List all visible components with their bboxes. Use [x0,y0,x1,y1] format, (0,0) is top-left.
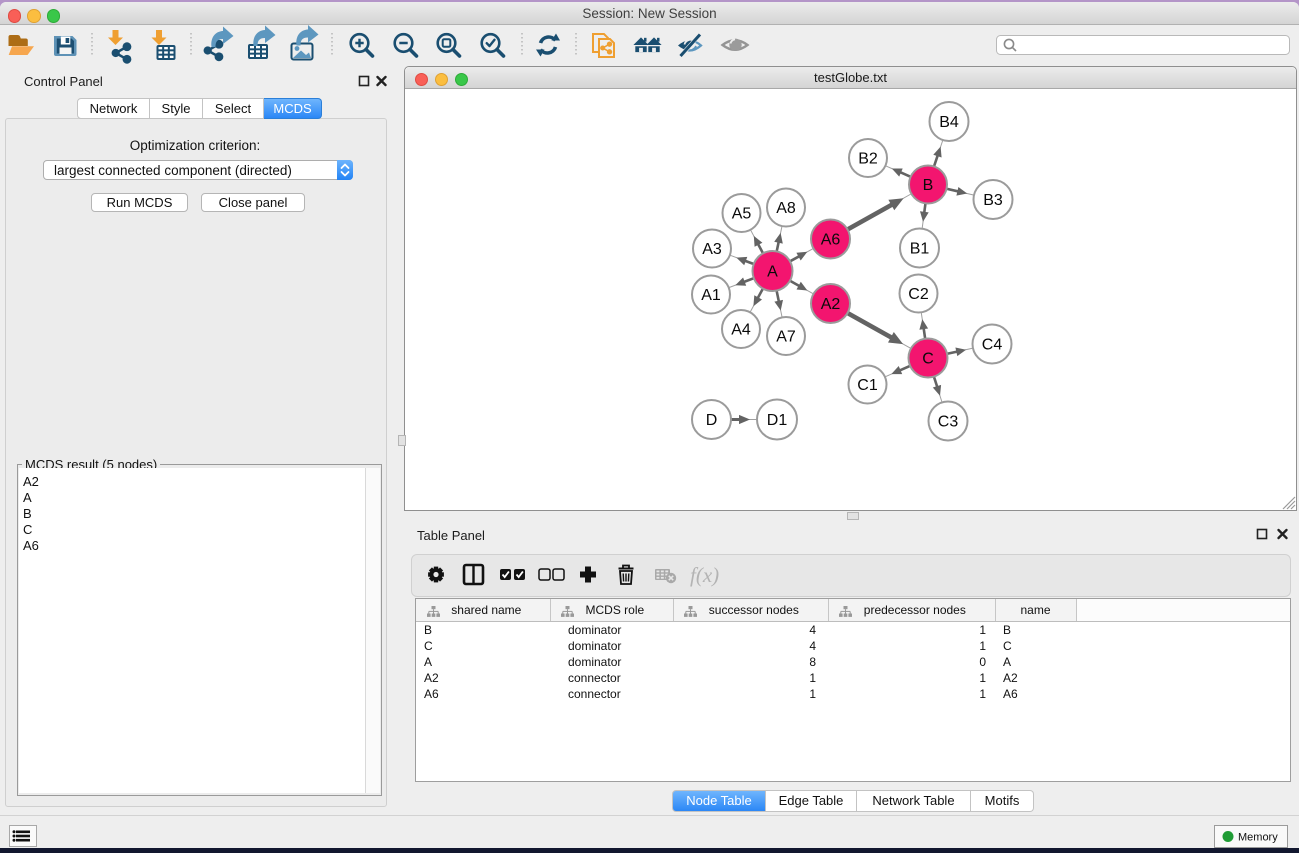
svg-text:A7: A7 [776,329,796,346]
svg-text:f(x): f(x) [690,563,719,587]
svg-text:B1: B1 [910,241,930,258]
svg-text:C3: C3 [938,414,959,431]
svg-text:A: A [767,264,778,281]
svg-text:B2: B2 [858,151,878,168]
svg-text:A4: A4 [731,322,751,339]
svg-text:A8: A8 [776,200,796,217]
svg-text:D1: D1 [767,412,788,429]
svg-text:Memory: Memory [1238,832,1278,844]
svg-text:D: D [706,412,718,429]
svg-text:A5: A5 [732,206,752,223]
svg-text:C: C [922,351,934,368]
svg-text:C1: C1 [857,377,878,394]
svg-text:C4: C4 [982,337,1003,354]
svg-text:A3: A3 [702,241,722,258]
svg-text:A2: A2 [821,296,841,313]
svg-text:A1: A1 [701,287,721,304]
svg-text:A6: A6 [821,232,841,249]
svg-text:B: B [923,177,934,194]
svg-text:C2: C2 [908,286,929,303]
svg-text:B3: B3 [983,192,1003,209]
svg-text:B4: B4 [939,114,959,131]
